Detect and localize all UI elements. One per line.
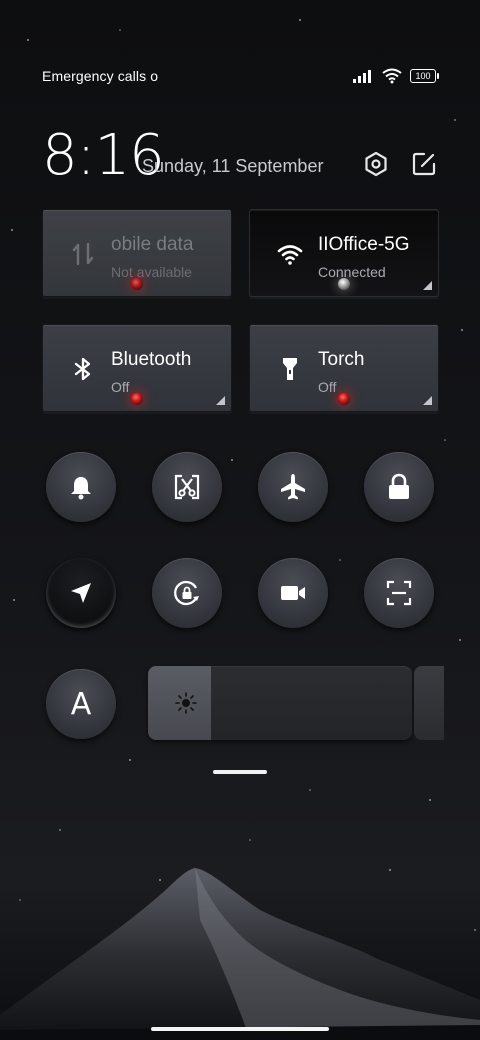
battery-icon: 100 (410, 69, 439, 83)
toggle-screenshot[interactable] (152, 452, 222, 522)
toggle-airplane[interactable] (258, 452, 328, 522)
volume-slider-edge[interactable] (414, 666, 444, 740)
sun-icon (175, 692, 197, 714)
mobile-data-icon (72, 242, 94, 266)
hexagon-settings-icon[interactable] (362, 150, 390, 178)
status-led (131, 393, 143, 405)
tile-subtitle: Off (318, 379, 337, 395)
toggle-lock-screen[interactable] (364, 452, 434, 522)
tile-subtitle: Not available (111, 264, 192, 280)
expand-corner-icon (216, 396, 225, 405)
home-indicator[interactable] (151, 1027, 329, 1031)
scan-icon (386, 580, 412, 606)
tile-mobile-data[interactable]: obile data Not available (42, 209, 232, 297)
toggle-screen-recorder[interactable] (258, 558, 328, 628)
tile-bluetooth[interactable]: Bluetooth Off (42, 324, 232, 412)
tile-subtitle: Off (111, 379, 130, 395)
bluetooth-icon (74, 357, 91, 381)
panel-drag-handle[interactable] (213, 770, 267, 774)
signal-icon (353, 70, 371, 83)
tile-title: IIOffice-5G (318, 234, 410, 255)
tile-subtitle: Connected (318, 264, 386, 280)
tile-title: Bluetooth (111, 349, 192, 370)
video-camera-icon (281, 586, 305, 600)
torch-icon (283, 358, 297, 380)
expand-corner-icon (423, 281, 432, 290)
status-led (338, 393, 350, 405)
toggle-location[interactable] (46, 558, 116, 628)
location-icon (71, 583, 91, 603)
tile-title: obile data (111, 234, 194, 255)
airplane-icon (281, 474, 305, 500)
status-led (131, 278, 143, 290)
status-led (338, 278, 350, 290)
mountain-wallpaper (0, 868, 480, 1040)
tile-title: Torch (318, 349, 365, 370)
status-bar: Emergency calls o 100 (42, 62, 439, 90)
wifi-icon (277, 245, 303, 265)
expand-corner-icon (423, 396, 432, 405)
brightness-slider[interactable] (148, 666, 412, 740)
toggle-sound[interactable] (46, 452, 116, 522)
auto-brightness-letter: A (70, 686, 92, 722)
battery-level: 100 (415, 71, 431, 81)
wifi-status-icon (382, 68, 402, 84)
carrier-text: Emergency calls o (42, 68, 159, 84)
edit-icon[interactable] (410, 150, 438, 178)
bell-icon (71, 477, 91, 500)
status-icons: 100 (352, 68, 439, 84)
auto-brightness-button[interactable]: A (46, 669, 116, 739)
toggle-rotation-lock[interactable] (152, 558, 222, 628)
lock-icon (389, 473, 409, 499)
tile-torch[interactable]: Torch Off (249, 324, 439, 412)
screenshot-scissors-icon (174, 474, 200, 500)
tile-wifi[interactable]: IIOffice-5G Connected (249, 209, 439, 297)
date-text: Sunday, 11 September (142, 156, 324, 176)
toggle-scanner[interactable] (364, 558, 434, 628)
rotation-lock-icon (174, 580, 199, 606)
